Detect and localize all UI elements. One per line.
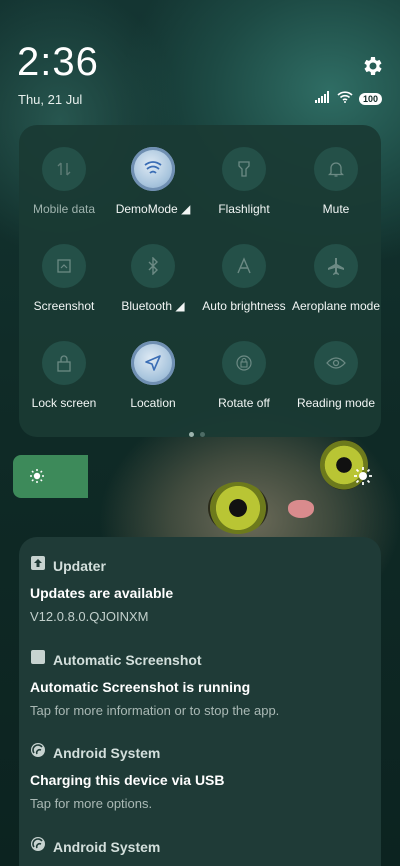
airplane-icon [314, 244, 358, 288]
status-bar: 2:36 Thu, 21 Jul 100 [0, 0, 400, 120]
notification-text: V12.0.8.0.QJOINXM [30, 609, 149, 624]
tile-label: Reading mode [296, 396, 376, 410]
notification-title: Automatic Screenshot is running [30, 679, 251, 695]
tile-label: Mute [322, 202, 350, 216]
page-dot [200, 432, 205, 437]
quick-settings-panel: Mobile data DemoMode ◢ Flashlight Mute S… [19, 125, 381, 437]
tile-reading-mode[interactable]: Reading mode [291, 341, 381, 410]
flashlight-icon [222, 147, 266, 191]
bluetooth-icon [131, 244, 175, 288]
notification-android-system-usb[interactable]: Android System Charging this device via … [30, 742, 370, 811]
cat-nose [288, 500, 314, 518]
gear-icon[interactable] [360, 54, 384, 78]
tile-location[interactable]: Location [108, 341, 198, 410]
notification-app-name: Android System [53, 744, 161, 761]
notification-title: Charging this device via USB [30, 772, 225, 788]
notification-app-name: Updater [53, 557, 106, 574]
tile-label: DemoMode ◢ [115, 202, 191, 216]
notification-text: Tap for more options. [30, 796, 153, 811]
notification-text: Tap for more information or to stop the … [30, 703, 280, 718]
page-indicator [189, 432, 205, 437]
lock-icon [42, 341, 86, 385]
tile-flashlight[interactable]: Flashlight [199, 147, 289, 216]
notification-automatic-screenshot[interactable]: Automatic Screenshot Automatic Screensho… [30, 649, 370, 718]
location-icon [131, 341, 175, 385]
tile-demo-mode[interactable]: DemoMode ◢ [108, 147, 198, 216]
tile-screenshot[interactable]: Screenshot [19, 244, 109, 313]
wifi-icon [337, 90, 353, 108]
notification-title: Updates are available [30, 585, 174, 601]
android-system-icon [30, 836, 46, 857]
tile-rotate-off[interactable]: Rotate off [199, 341, 289, 410]
upload-icon [30, 555, 46, 576]
tile-label: Rotate off [218, 396, 270, 410]
screenshot-icon [42, 244, 86, 288]
tile-label: Auto brightness [202, 299, 286, 313]
auto-brightness-icon [222, 244, 266, 288]
battery-icon: 100 [359, 93, 383, 105]
tile-lock-screen[interactable]: Lock screen [19, 341, 109, 410]
android-system-icon [30, 742, 46, 763]
tile-mute[interactable]: Mute [291, 147, 381, 216]
tile-label: Bluetooth ◢ [121, 299, 185, 313]
tile-bluetooth[interactable]: Bluetooth ◢ [108, 244, 198, 313]
app-square-icon [30, 649, 46, 670]
brightness-fill [13, 455, 88, 498]
tile-aeroplane-mode[interactable]: Aeroplane mode [291, 244, 381, 313]
tile-label: Mobile data [32, 202, 96, 216]
mobile-data-icon [42, 147, 86, 191]
page-dot-active [189, 432, 194, 437]
rotate-lock-icon [222, 341, 266, 385]
tile-mobile-data[interactable]: Mobile data [19, 147, 109, 216]
demo-mode-icon [131, 147, 175, 191]
brightness-slider[interactable] [13, 455, 387, 498]
tile-label: Aeroplane mode [291, 299, 381, 313]
notification-app-name: Android System [53, 838, 161, 855]
notification-panel: Updater Updates are available V12.0.8.0.… [19, 537, 381, 866]
bell-icon [314, 147, 358, 191]
tile-label: Location [130, 396, 176, 410]
tile-label: Screenshot [33, 299, 95, 313]
tile-label: Lock screen [31, 396, 97, 410]
date[interactable]: Thu, 21 Jul [18, 92, 82, 107]
clock[interactable]: 2:36 [17, 40, 99, 85]
tile-auto-brightness[interactable]: Auto brightness [199, 244, 289, 313]
notification-android-system[interactable]: Android System [30, 836, 370, 857]
brightness-low-icon [29, 468, 45, 489]
signal-icon [315, 90, 331, 108]
tile-label: Flashlight [218, 202, 270, 216]
eye-icon [314, 341, 358, 385]
notification-app-name: Automatic Screenshot [53, 651, 202, 668]
brightness-high-icon [353, 466, 373, 491]
system-icons: 100 [315, 90, 383, 108]
notification-updater[interactable]: Updater Updates are available V12.0.8.0.… [30, 555, 370, 624]
